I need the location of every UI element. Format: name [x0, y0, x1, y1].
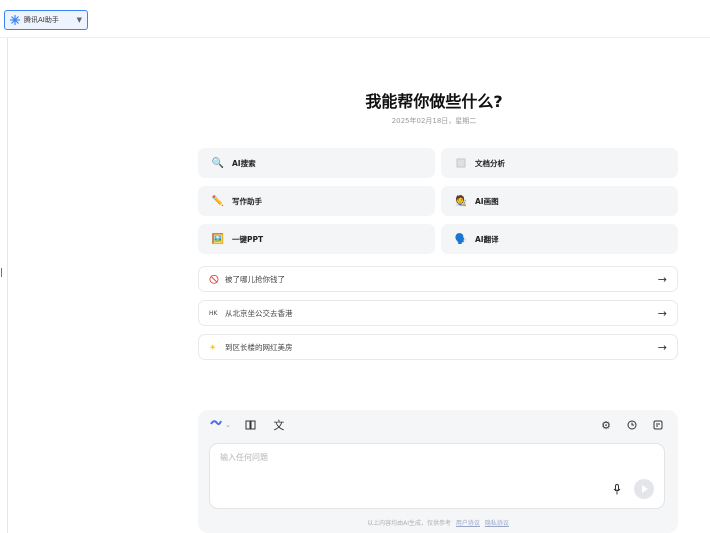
- feature-label: 文档分析: [475, 158, 505, 168]
- hk-icon: HK: [209, 309, 218, 317]
- feature-ai-search[interactable]: 🔍 AI搜索: [198, 148, 435, 178]
- prohibited-icon: 🚫: [209, 274, 219, 284]
- feature-ai-translate[interactable]: 🗣️ AI翻译: [441, 224, 678, 254]
- privacy-policy-link[interactable]: 隐私协议: [485, 520, 509, 527]
- sidebar-edge-handle[interactable]: |: [0, 268, 3, 278]
- document-icon: [455, 157, 467, 169]
- arrow-right-icon: →: [657, 340, 667, 354]
- composer-toolbar: ⌄ 文 ⚙: [198, 410, 678, 440]
- arrow-right-icon: →: [657, 306, 667, 320]
- arrow-right-icon: →: [657, 272, 667, 286]
- suggestion-text: 到区长楼的网红美房: [225, 342, 293, 352]
- send-arrow-icon: [642, 485, 648, 493]
- feature-doc-analysis[interactable]: 文档分析: [441, 148, 678, 178]
- ai-disclaimer: 以上内容均由AI生成，仅供参考 用户协议 隐私协议: [198, 518, 678, 527]
- suggestion-item[interactable]: ☀ 到区长楼的网红美房 →: [198, 334, 678, 360]
- feature-one-click-ppt[interactable]: 🖼️ 一键PPT: [198, 224, 435, 254]
- message-input[interactable]: [220, 452, 620, 472]
- settings-icon[interactable]: ⚙: [598, 417, 614, 433]
- send-button[interactable]: [634, 479, 654, 499]
- pencil-icon: ✏️: [211, 195, 225, 207]
- chevron-down-icon: ⌄: [225, 421, 231, 429]
- feature-ai-drawing[interactable]: 🧑‍🎨 AI画图: [441, 186, 678, 216]
- message-input-box: [209, 443, 665, 509]
- history-clock-icon[interactable]: [624, 417, 640, 433]
- suggestion-text: 从北京坐公交去香港: [225, 308, 293, 318]
- feature-label: AI翻译: [475, 234, 499, 244]
- suggestion-item[interactable]: 🚫 被了哪儿抢你钱了 →: [198, 266, 678, 292]
- disclaimer-text: 以上内容均由AI生成，仅供参考: [367, 520, 451, 527]
- app-window: 腾讯AI助手 ▼ | 我能帮你做些什么? 2025年02月18日，星期二 🔍 A…: [0, 0, 710, 533]
- assistant-selector-label: 腾讯AI助手: [24, 16, 59, 24]
- user-agreement-link[interactable]: 用户协议: [456, 520, 480, 527]
- model-selector[interactable]: ⌄: [210, 419, 231, 431]
- page-title: 我能帮你做些什么?: [365, 92, 503, 111]
- feature-label: 一键PPT: [232, 234, 264, 244]
- model-logo-icon: [210, 419, 222, 431]
- chat-composer: ⌄ 文 ⚙ 输入任何问题 以上内容均由AI生成，仅供参考 用户协议 隐私协议: [198, 410, 678, 533]
- new-chat-icon[interactable]: [650, 417, 666, 433]
- sidebar-divider: [7, 38, 8, 533]
- feature-writing-assistant[interactable]: ✏️ 写作助手: [198, 186, 435, 216]
- painter-icon: 🧑‍🎨: [454, 195, 468, 207]
- translate-tool-icon[interactable]: 文: [271, 417, 287, 433]
- header-divider: [0, 37, 710, 38]
- suggestion-item[interactable]: HK 从北京坐公交去香港 →: [198, 300, 678, 326]
- chevron-down-icon: ▼: [76, 16, 82, 24]
- picture-icon: 🖼️: [211, 233, 225, 245]
- sun-icon: ☀: [209, 342, 217, 352]
- toolbar-right-group: ⚙: [598, 417, 666, 433]
- feature-label: AI搜索: [232, 158, 256, 168]
- suggestion-text: 被了哪儿抢你钱了: [225, 274, 285, 284]
- snowflake-logo-icon: [10, 15, 20, 25]
- assistant-selector[interactable]: 腾讯AI助手 ▼: [4, 10, 88, 30]
- feature-label: AI画图: [475, 196, 499, 206]
- microphone-icon[interactable]: [610, 482, 624, 496]
- magnifier-icon: 🔍: [211, 157, 225, 169]
- feature-label: 写作助手: [232, 196, 262, 206]
- date-subtitle: 2025年02月18日，星期二: [391, 117, 477, 125]
- book-icon[interactable]: [243, 417, 259, 433]
- translate-icon: 🗣️: [454, 233, 468, 245]
